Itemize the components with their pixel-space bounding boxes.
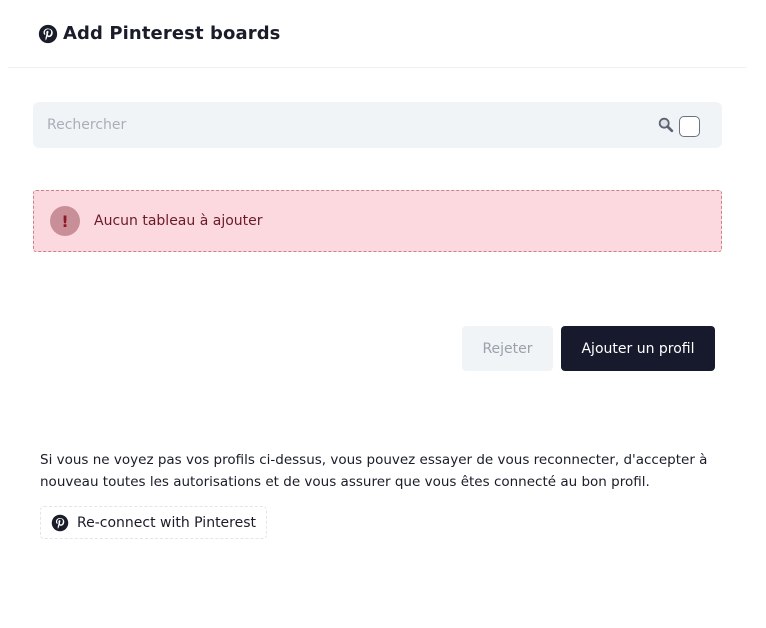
exclamation-icon: ! (50, 206, 80, 236)
page-title: Add Pinterest boards (63, 23, 281, 44)
pinterest-icon (38, 24, 58, 44)
empty-boards-alert: ! Aucun tableau à ajouter (33, 190, 722, 252)
reconnect-label: Re-connect with Pinterest (77, 514, 257, 531)
search-input[interactable] (47, 102, 607, 148)
reject-button[interactable]: Rejeter (462, 326, 553, 371)
pinterest-icon (51, 514, 69, 532)
reconnect-pinterest-button[interactable]: Re-connect with Pinterest (40, 506, 267, 539)
alert-message: Aucun tableau à ajouter (94, 213, 263, 229)
select-all-checkbox[interactable] (679, 116, 700, 137)
dialog-header: Add Pinterest boards (8, 0, 746, 68)
page: Add Pinterest boards ! Aucun tableau à a… (0, 0, 766, 628)
add-profile-button[interactable]: Ajouter un profil (561, 326, 715, 371)
search-bar (33, 102, 722, 148)
help-text: Si vous ne voyez pas vos profils ci-dess… (40, 452, 708, 490)
search-icon[interactable] (657, 116, 675, 134)
